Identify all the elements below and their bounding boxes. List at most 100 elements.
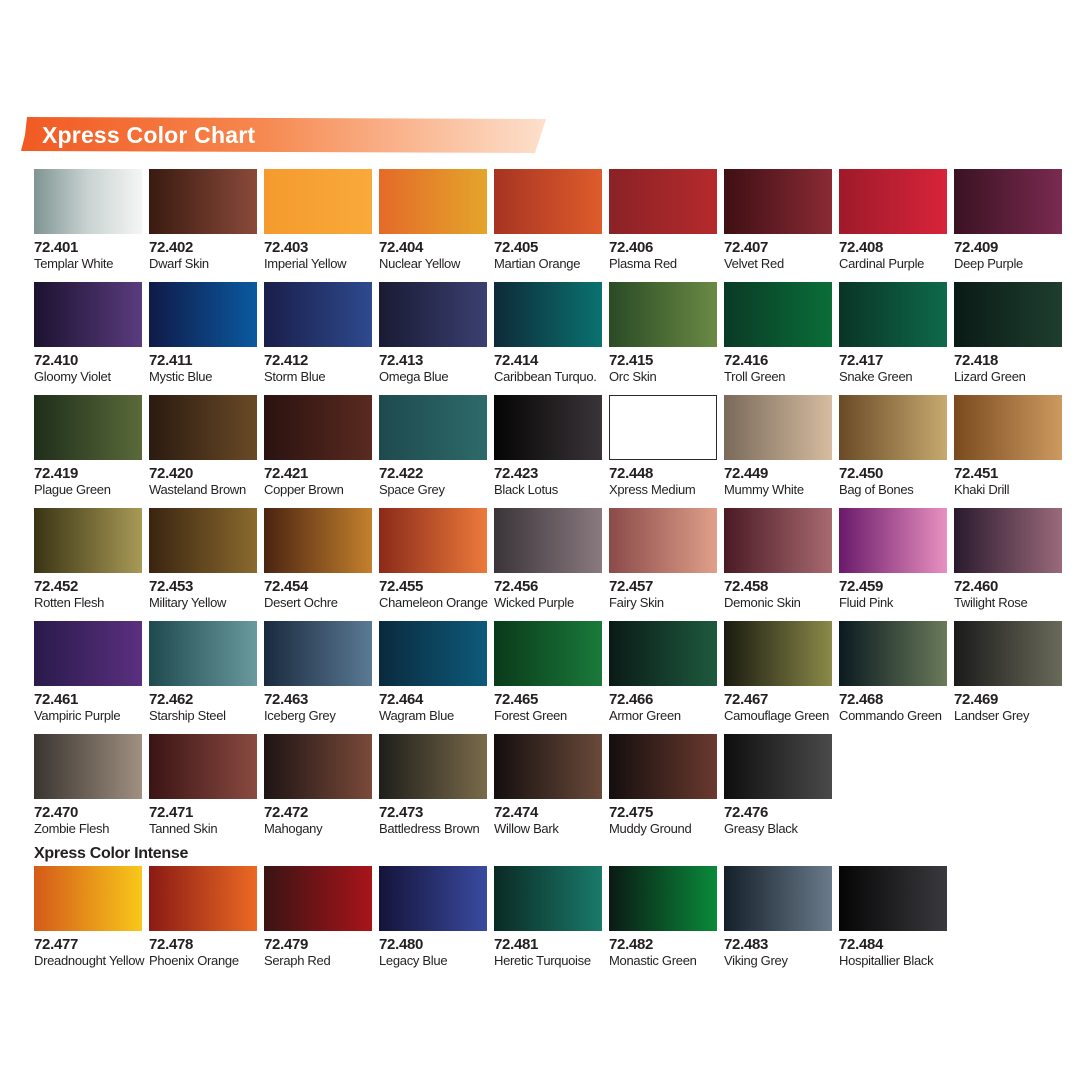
color-name: Desert Ochre [264,595,338,610]
color-swatch [954,508,1062,573]
color-code: 72.456 [494,578,539,595]
color-name: Viking Grey [724,953,788,968]
color-swatch-card: 72.448 Xpress Medium [609,395,717,503]
color-name: Space Grey [379,482,445,497]
color-swatch [494,508,602,573]
color-swatch [149,282,257,347]
color-name: Copper Brown [264,482,344,497]
color-code: 72.465 [494,691,539,708]
color-swatch [34,169,142,234]
color-swatch-card: 72.471 Tanned Skin [149,734,257,842]
color-name: Plasma Red [609,256,677,271]
color-code: 72.474 [494,804,539,821]
color-name: Camouflage Green [724,708,830,723]
color-swatch [839,621,947,686]
color-swatch [839,508,947,573]
color-code: 72.479 [264,936,309,953]
color-code: 72.414 [494,352,539,369]
color-swatch [34,508,142,573]
color-name: Starship Steel [149,708,226,723]
color-swatch [724,508,832,573]
color-code: 72.464 [379,691,424,708]
color-swatch [954,169,1062,234]
color-code: 72.449 [724,465,769,482]
color-code: 72.419 [34,465,79,482]
color-code: 72.406 [609,239,654,256]
color-swatch [839,866,947,931]
color-name: Wicked Purple [494,595,574,610]
color-code: 72.405 [494,239,539,256]
color-swatch-card: 72.462 Starship Steel [149,621,257,729]
color-code: 72.423 [494,465,539,482]
color-code: 72.402 [149,239,194,256]
color-name: Iceberg Grey [264,708,336,723]
color-code: 72.453 [149,578,194,595]
color-swatch [379,282,487,347]
color-swatch [609,734,717,799]
color-code: 72.411 [149,352,193,369]
color-name: Fluid Pink [839,595,894,610]
color-swatch [609,282,717,347]
color-code: 72.422 [379,465,424,482]
color-name: Omega Blue [379,369,449,384]
color-name: Martian Orange [494,256,581,271]
color-code: 72.416 [724,352,769,369]
color-name: Lizard Green [954,369,1026,384]
color-swatch [494,395,602,460]
color-code: 72.410 [34,352,79,369]
color-swatch [609,866,717,931]
color-swatch-card: 72.456 Wicked Purple [494,508,602,616]
color-swatch-card: 72.480 Legacy Blue [379,866,487,974]
color-swatch [264,621,372,686]
color-name: Troll Green [724,369,786,384]
color-swatch-card: 72.410 Gloomy Violet [34,282,142,390]
color-swatch-card: 72.458 Demonic Skin [724,508,832,616]
swatch-row: 72.410 Gloomy Violet 72.411 Mystic Blue 72.4… [34,282,1064,392]
color-code: 72.407 [724,239,769,256]
color-name: Storm Blue [264,369,326,384]
color-swatch-card: 72.411 Mystic Blue [149,282,257,390]
color-code: 72.483 [724,936,769,953]
color-name: Mummy White [724,482,804,497]
color-swatch [609,169,717,234]
color-swatch-card: 72.418 Lizard Green [954,282,1062,390]
color-code: 72.403 [264,239,309,256]
color-swatch [264,282,372,347]
color-swatch [379,169,487,234]
swatch-row: 72.461 Vampiric Purple 72.462 Starship Stee… [34,621,1064,731]
color-swatch-card: 72.473 Battledress Brown [379,734,487,842]
color-code: 72.458 [724,578,769,595]
color-swatch [954,282,1062,347]
color-code: 72.450 [839,465,884,482]
color-swatch-card: 72.414 Caribbean Turquo. [494,282,602,390]
chart-title: Xpress Color Chart [42,122,256,148]
color-name: Dreadnought Yellow [34,953,145,968]
color-name: Wasteland Brown [149,482,246,497]
color-code: 72.462 [149,691,194,708]
color-swatch [264,169,372,234]
color-swatch [724,734,832,799]
color-swatch-card: 72.468 Commando Green [839,621,947,729]
color-name: Cardinal Purple [839,256,925,271]
color-swatch-card: 72.401 Templar White [34,169,142,277]
color-code: 72.448 [609,465,654,482]
color-swatch-card: 72.423 Black Lotus [494,395,602,503]
color-code: 72.476 [724,804,769,821]
color-swatch-card: 72.459 Fluid Pink [839,508,947,616]
color-swatch-card: 72.461 Vampiric Purple [34,621,142,729]
color-name: Mahogany [264,821,323,836]
color-code: 72.451 [954,465,999,482]
color-code: 72.454 [264,578,309,595]
color-swatch-card: 72.484 Hospitallier Black [839,866,947,974]
color-name: Zombie Flesh [34,821,110,836]
color-swatch-card: 72.420 Wasteland Brown [149,395,257,503]
color-swatch-card: 72.463 Iceberg Grey [264,621,372,729]
color-swatch [149,866,257,931]
color-name: Plague Green [34,482,111,497]
color-swatch [34,282,142,347]
color-swatch [494,734,602,799]
color-swatch-card: 72.452 Rotten Flesh [34,508,142,616]
color-swatch-card: 72.403 Imperial Yellow [264,169,372,277]
color-swatch-card: 72.419 Plague Green [34,395,142,503]
color-code: 72.459 [839,578,884,595]
